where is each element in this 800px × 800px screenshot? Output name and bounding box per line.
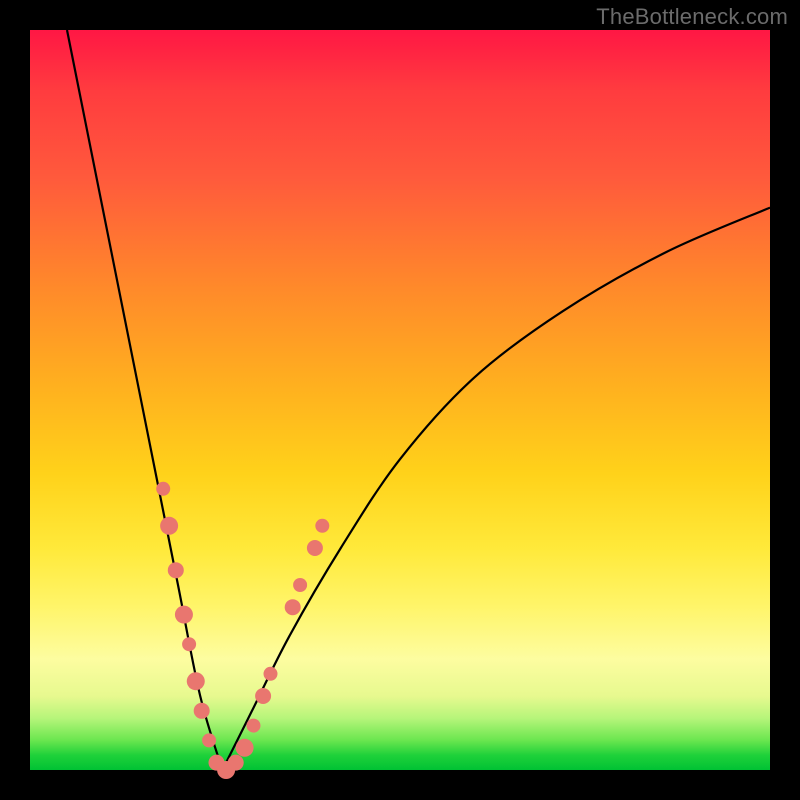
data-marker	[194, 703, 210, 719]
data-marker	[228, 755, 244, 771]
data-marker	[202, 733, 216, 747]
data-marker	[246, 719, 260, 733]
marker-group	[156, 482, 329, 779]
data-marker	[255, 688, 271, 704]
curve-svg	[30, 30, 770, 770]
data-marker	[160, 517, 178, 535]
chart-frame: TheBottleneck.com	[0, 0, 800, 800]
data-marker	[175, 606, 193, 624]
watermark-text: TheBottleneck.com	[596, 4, 788, 30]
data-marker	[307, 540, 323, 556]
data-marker	[293, 578, 307, 592]
data-marker	[156, 482, 170, 496]
data-marker	[182, 637, 196, 651]
data-marker	[264, 667, 278, 681]
bottleneck-curve-right	[222, 208, 770, 770]
data-marker	[168, 562, 184, 578]
plot-area	[30, 30, 770, 770]
data-marker	[187, 672, 205, 690]
data-marker	[315, 519, 329, 533]
bottleneck-curve-left	[67, 30, 222, 770]
data-marker	[285, 599, 301, 615]
data-marker	[236, 739, 254, 757]
